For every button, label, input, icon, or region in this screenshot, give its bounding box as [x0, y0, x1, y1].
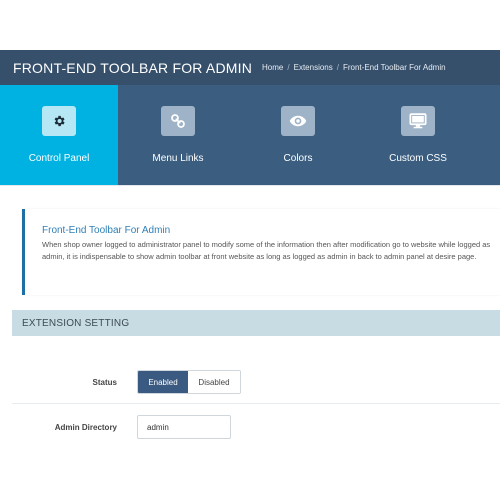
breadcrumb-extensions[interactable]: Extensions	[294, 63, 333, 72]
breadcrumb-separator: /	[336, 63, 339, 72]
tab-label: Menu Links	[152, 153, 204, 164]
gear-icon	[42, 106, 76, 136]
tab-control-panel[interactable]: Control Panel	[0, 85, 118, 185]
tab-label: Colors	[283, 153, 313, 164]
page-header: FRONT-END TOOLBAR FOR ADMIN Home / Exten…	[0, 50, 500, 85]
section-header: EXTENSION SETTING	[12, 310, 500, 336]
info-panel: Front-End Toolbar For Admin When shop ow…	[22, 209, 500, 295]
admin-directory-row: Admin Directory	[12, 404, 500, 450]
page-title: FRONT-END TOOLBAR FOR ADMIN	[13, 59, 253, 76]
status-label: Status	[92, 378, 117, 387]
breadcrumb-home[interactable]: Home	[262, 63, 283, 72]
status-toggle: Enabled Disabled	[137, 370, 241, 394]
info-title: Front-End Toolbar For Admin	[42, 225, 171, 236]
breadcrumb-current[interactable]: Front-End Toolbar For Admin	[343, 63, 446, 72]
section-title: EXTENSION SETTING	[22, 317, 130, 329]
breadcrumb-separator: /	[287, 63, 290, 72]
divider	[0, 185, 500, 186]
disabled-button[interactable]: Disabled	[188, 371, 240, 393]
tab-colors[interactable]: Colors	[238, 85, 358, 185]
tab-label: Control Panel	[28, 153, 90, 164]
admin-directory-input[interactable]	[137, 415, 231, 439]
page: FRONT-END TOOLBAR FOR ADMIN Home / Exten…	[0, 0, 500, 500]
status-row: Status Enabled Disabled	[12, 336, 500, 404]
tab-custom-css[interactable]: Custom CSS	[358, 85, 478, 185]
admin-directory-label: Admin Directory	[54, 423, 117, 432]
tab-label: Custom CSS	[389, 153, 447, 164]
link-icon	[161, 106, 195, 136]
info-text: When shop owner logged to administrator …	[42, 240, 491, 261]
tab-menu-links[interactable]: Menu Links	[118, 85, 238, 185]
monitor-icon	[401, 106, 435, 136]
breadcrumb: Home / Extensions / Front-End Toolbar Fo…	[262, 63, 446, 72]
enabled-button[interactable]: Enabled	[138, 371, 188, 393]
eye-icon	[281, 106, 315, 136]
tab-bar: Control Panel Menu Links Colors Custom C…	[0, 85, 500, 185]
